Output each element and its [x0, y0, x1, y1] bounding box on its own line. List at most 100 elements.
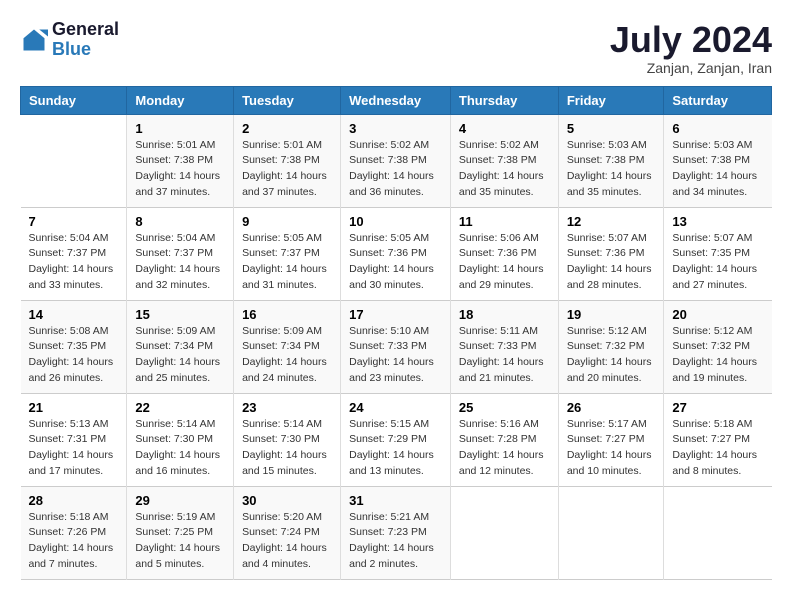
- day-number: 22: [135, 400, 225, 415]
- day-info: Sunrise: 5:05 AMSunset: 7:37 PMDaylight:…: [242, 231, 332, 294]
- day-number: 20: [672, 307, 763, 322]
- day-number: 23: [242, 400, 332, 415]
- day-number: 9: [242, 214, 332, 229]
- calendar-cell: 31Sunrise: 5:21 AMSunset: 7:23 PMDayligh…: [341, 486, 451, 579]
- day-info: Sunrise: 5:01 AMSunset: 7:38 PMDaylight:…: [242, 138, 332, 201]
- calendar-cell: 20 Sunrise: 5:12 AMSunset: 7:32 PMDayligh…: [664, 300, 772, 393]
- day-number: 18: [459, 307, 550, 322]
- day-number: 6: [672, 121, 763, 136]
- day-number: 5: [567, 121, 656, 136]
- day-number: 19: [567, 307, 656, 322]
- day-info: Sunrise: 5:09 AMSunset: 7:34 PMDaylight:…: [242, 324, 332, 387]
- day-info: Sunrise: 5:16 AMSunset: 7:28 PMDaylight:…: [459, 417, 550, 480]
- day-info: Sunrise: 5:21 AMSunset: 7:23 PMDaylight:…: [349, 510, 442, 573]
- calendar-cell: 4 Sunrise: 5:02 AMSunset: 7:38 PMDaylight…: [450, 114, 558, 207]
- calendar-cell: 19 Sunrise: 5:12 AMSunset: 7:32 PMDayligh…: [558, 300, 664, 393]
- calendar-week-row: 21Sunrise: 5:13 AMSunset: 7:31 PMDayligh…: [21, 393, 772, 486]
- calendar-cell: 3 Sunrise: 5:02 AMSunset: 7:38 PMDaylight…: [341, 114, 451, 207]
- day-number: 7: [29, 214, 119, 229]
- day-info: Sunrise: 5:15 AMSunset: 7:29 PMDaylight:…: [349, 417, 442, 480]
- title-block: July 2024 Zanjan, Zanjan, Iran: [610, 20, 772, 76]
- calendar-cell: 1 Sunrise: 5:01 AMSunset: 7:38 PMDaylight…: [127, 114, 234, 207]
- day-info: Sunrise: 5:19 AMSunset: 7:25 PMDaylight:…: [135, 510, 225, 573]
- calendar-cell: 12Sunrise: 5:07 AMSunset: 7:36 PMDayligh…: [558, 207, 664, 300]
- logo-text: General Blue: [52, 20, 119, 60]
- calendar-cell: 10Sunrise: 5:05 AMSunset: 7:36 PMDayligh…: [341, 207, 451, 300]
- calendar-cell: 13Sunrise: 5:07 AMSunset: 7:35 PMDayligh…: [664, 207, 772, 300]
- day-number: 25: [459, 400, 550, 415]
- weekday-header: Monday: [127, 86, 234, 114]
- weekday-header: Tuesday: [234, 86, 341, 114]
- calendar-week-row: 14 Sunrise: 5:08 AMSunset: 7:35 PMDayligh…: [21, 300, 772, 393]
- day-number: 28: [29, 493, 119, 508]
- calendar-cell: 9 Sunrise: 5:05 AMSunset: 7:37 PMDaylight…: [234, 207, 341, 300]
- day-info: Sunrise: 5:12 AMSunset: 7:32 PMDaylight:…: [567, 324, 656, 387]
- day-info: Sunrise: 5:10 AMSunset: 7:33 PMDaylight:…: [349, 324, 442, 387]
- calendar-cell: 22 Sunrise: 5:14 AMSunset: 7:30 PMDayligh…: [127, 393, 234, 486]
- calendar-cell: 23Sunrise: 5:14 AMSunset: 7:30 PMDayligh…: [234, 393, 341, 486]
- day-info: Sunrise: 5:09 AMSunset: 7:34 PMDaylight:…: [135, 324, 225, 387]
- calendar-cell: 7 Sunrise: 5:04 AMSunset: 7:37 PMDaylight…: [21, 207, 127, 300]
- calendar-cell: 24 Sunrise: 5:15 AMSunset: 7:29 PMDayligh…: [341, 393, 451, 486]
- calendar-cell: 30Sunrise: 5:20 AMSunset: 7:24 PMDayligh…: [234, 486, 341, 579]
- day-info: Sunrise: 5:02 AMSunset: 7:38 PMDaylight:…: [459, 138, 550, 201]
- day-info: Sunrise: 5:14 AMSunset: 7:30 PMDaylight:…: [135, 417, 225, 480]
- day-info: Sunrise: 5:18 AMSunset: 7:27 PMDaylight:…: [672, 417, 763, 480]
- calendar-table: SundayMondayTuesdayWednesdayThursdayFrid…: [20, 86, 772, 580]
- day-number: 2: [242, 121, 332, 136]
- day-info: Sunrise: 5:05 AMSunset: 7:36 PMDaylight:…: [349, 231, 442, 294]
- day-info: Sunrise: 5:08 AMSunset: 7:35 PMDaylight:…: [29, 324, 119, 387]
- calendar-week-row: 1 Sunrise: 5:01 AMSunset: 7:38 PMDaylight…: [21, 114, 772, 207]
- calendar-cell: 16 Sunrise: 5:09 AMSunset: 7:34 PMDayligh…: [234, 300, 341, 393]
- calendar-week-row: 7 Sunrise: 5:04 AMSunset: 7:37 PMDaylight…: [21, 207, 772, 300]
- day-info: Sunrise: 5:02 AMSunset: 7:38 PMDaylight:…: [349, 138, 442, 201]
- logo: General Blue: [20, 20, 119, 60]
- day-number: 13: [672, 214, 763, 229]
- day-info: Sunrise: 5:13 AMSunset: 7:31 PMDaylight:…: [29, 417, 119, 480]
- weekday-header: Friday: [558, 86, 664, 114]
- day-number: 12: [567, 214, 656, 229]
- calendar-cell: 6 Sunrise: 5:03 AMSunset: 7:38 PMDaylight…: [664, 114, 772, 207]
- page-header: General Blue July 2024 Zanjan, Zanjan, I…: [20, 20, 772, 76]
- logo-icon: [20, 26, 48, 54]
- calendar-cell: 26 Sunrise: 5:17 AMSunset: 7:27 PMDayligh…: [558, 393, 664, 486]
- calendar-cell: [664, 486, 772, 579]
- calendar-cell: [558, 486, 664, 579]
- day-number: 24: [349, 400, 442, 415]
- day-number: 15: [135, 307, 225, 322]
- calendar-cell: 5 Sunrise: 5:03 AMSunset: 7:38 PMDaylight…: [558, 114, 664, 207]
- day-info: Sunrise: 5:12 AMSunset: 7:32 PMDaylight:…: [672, 324, 763, 387]
- day-info: Sunrise: 5:04 AMSunset: 7:37 PMDaylight:…: [135, 231, 225, 294]
- day-number: 8: [135, 214, 225, 229]
- day-number: 14: [29, 307, 119, 322]
- calendar-cell: 17Sunrise: 5:10 AMSunset: 7:33 PMDayligh…: [341, 300, 451, 393]
- calendar-cell: 15 Sunrise: 5:09 AMSunset: 7:34 PMDayligh…: [127, 300, 234, 393]
- day-info: Sunrise: 5:03 AMSunset: 7:38 PMDaylight:…: [567, 138, 656, 201]
- calendar-cell: 11Sunrise: 5:06 AMSunset: 7:36 PMDayligh…: [450, 207, 558, 300]
- calendar-cell: 14 Sunrise: 5:08 AMSunset: 7:35 PMDayligh…: [21, 300, 127, 393]
- day-number: 26: [567, 400, 656, 415]
- day-info: Sunrise: 5:18 AMSunset: 7:26 PMDaylight:…: [29, 510, 119, 573]
- calendar-cell: 28 Sunrise: 5:18 AMSunset: 7:26 PMDayligh…: [21, 486, 127, 579]
- day-number: 30: [242, 493, 332, 508]
- calendar-cell: 18Sunrise: 5:11 AMSunset: 7:33 PMDayligh…: [450, 300, 558, 393]
- calendar-cell: 21Sunrise: 5:13 AMSunset: 7:31 PMDayligh…: [21, 393, 127, 486]
- day-number: 27: [672, 400, 763, 415]
- day-number: 3: [349, 121, 442, 136]
- calendar-cell: [21, 114, 127, 207]
- day-number: 4: [459, 121, 550, 136]
- weekday-header: Sunday: [21, 86, 127, 114]
- day-info: Sunrise: 5:04 AMSunset: 7:37 PMDaylight:…: [29, 231, 119, 294]
- weekday-header: Saturday: [664, 86, 772, 114]
- day-number: 1: [135, 121, 225, 136]
- calendar-cell: 2 Sunrise: 5:01 AMSunset: 7:38 PMDaylight…: [234, 114, 341, 207]
- calendar-cell: [450, 486, 558, 579]
- day-info: Sunrise: 5:01 AMSunset: 7:38 PMDaylight:…: [135, 138, 225, 201]
- weekday-header: Thursday: [450, 86, 558, 114]
- day-info: Sunrise: 5:17 AMSunset: 7:27 PMDaylight:…: [567, 417, 656, 480]
- calendar-week-row: 28 Sunrise: 5:18 AMSunset: 7:26 PMDayligh…: [21, 486, 772, 579]
- day-number: 11: [459, 214, 550, 229]
- day-number: 16: [242, 307, 332, 322]
- weekday-header-row: SundayMondayTuesdayWednesdayThursdayFrid…: [21, 86, 772, 114]
- day-info: Sunrise: 5:03 AMSunset: 7:38 PMDaylight:…: [672, 138, 763, 201]
